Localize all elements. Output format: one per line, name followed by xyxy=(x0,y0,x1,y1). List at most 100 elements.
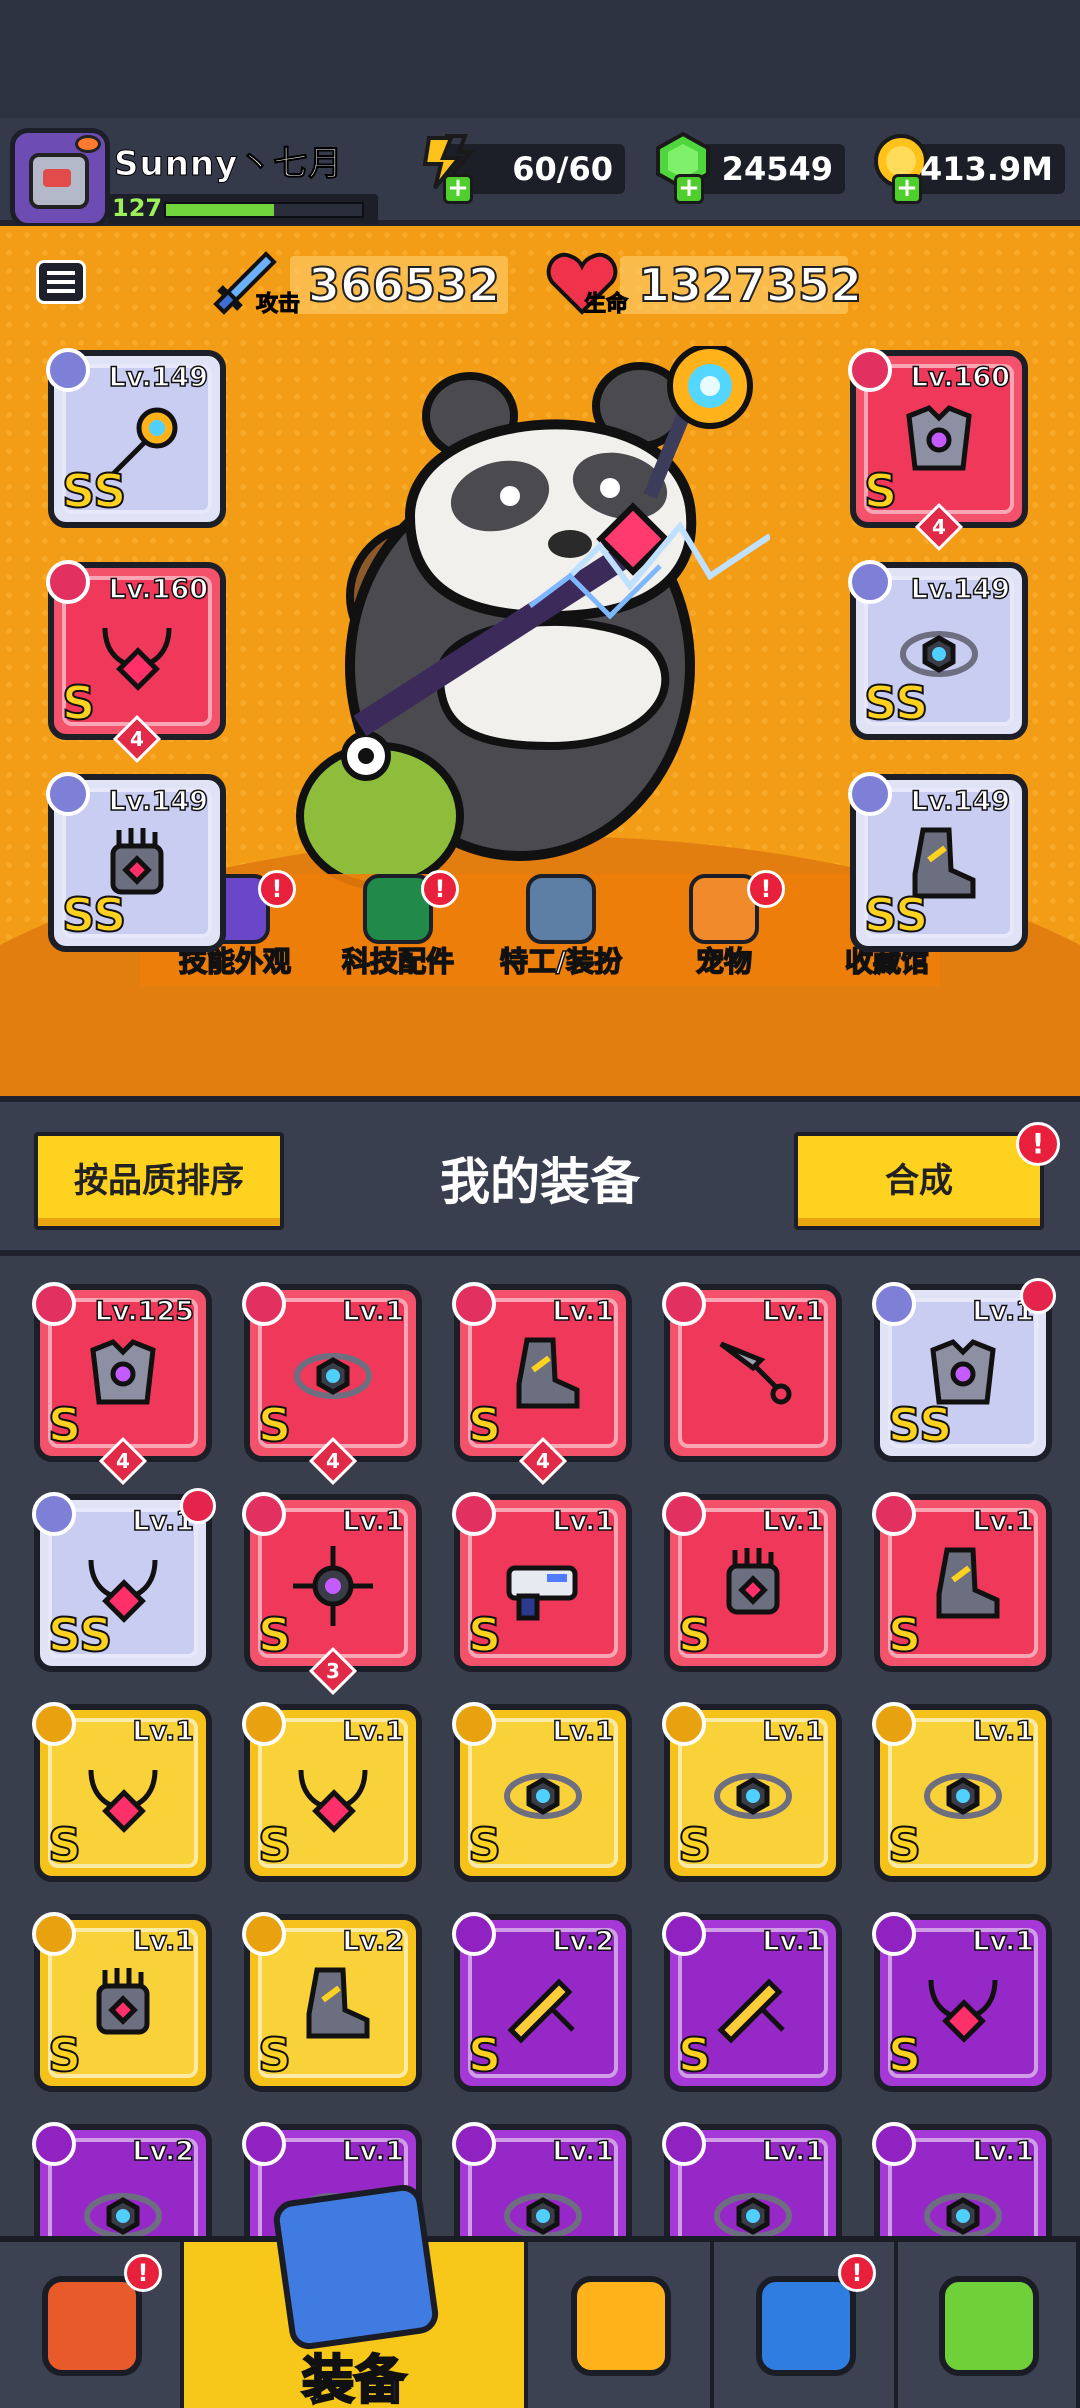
equipped-slot-right-2[interactable]: Lv.149 SS xyxy=(848,560,1028,740)
slot-type-icon xyxy=(242,1702,286,1746)
item-level: Lv.149 xyxy=(108,361,209,394)
item-rank: S xyxy=(887,1818,922,1872)
armor-icon xyxy=(77,1330,169,1422)
feature-label: 特工/装扮 xyxy=(499,944,623,979)
slot-type-icon xyxy=(872,1492,916,1536)
item-level: Lv.149 xyxy=(910,573,1011,606)
coin-counter[interactable]: + 413.9M xyxy=(874,134,1065,204)
inventory-item[interactable]: Lv.1 S xyxy=(872,1492,1052,1672)
equipped-slot-right-1[interactable]: Lv.160 S 4 xyxy=(848,348,1028,552)
star-count: 4 xyxy=(116,1449,130,1473)
menu-button[interactable] xyxy=(36,260,86,304)
slot-type-icon xyxy=(662,1912,706,1956)
inventory-item[interactable]: Lv.1 S 3 xyxy=(242,1492,422,1696)
inventory-item[interactable]: Lv.1 xyxy=(452,2122,632,2236)
belt-icon xyxy=(287,1330,379,1422)
boots-icon xyxy=(287,1960,379,2052)
equipped-slot-left-1[interactable]: Lv.149 SS xyxy=(46,348,226,528)
merge-notification-badge: ! xyxy=(1016,1122,1060,1166)
nav-tab-battle[interactable] xyxy=(528,2242,714,2408)
feature-pet[interactable]: 宠物! xyxy=(639,870,809,980)
kunai-icon xyxy=(707,1330,799,1422)
slot-type-icon xyxy=(46,348,90,392)
inventory-item[interactable]: Lv.125 S 4 xyxy=(32,1282,212,1486)
resource-header: Sunny丶七月 127 + 60/60 + 24549 + 413.9M xyxy=(0,118,1080,228)
inventory-item[interactable]: Lv.1 xyxy=(662,2122,842,2236)
merge-button[interactable]: 合成 xyxy=(794,1132,1044,1230)
item-level: Lv.1 xyxy=(132,1925,195,1958)
inventory-item[interactable]: Lv.1 SS xyxy=(872,1278,1056,1462)
notification-badge: ! xyxy=(258,870,296,908)
equipped-slot-right-3[interactable]: Lv.149 SS xyxy=(848,772,1028,952)
inventory-item[interactable]: Lv.1 S xyxy=(662,1492,842,1672)
inventory-item[interactable]: Lv.2 xyxy=(32,2122,212,2236)
energy-counter[interactable]: + 60/60 xyxy=(422,134,625,204)
item-rank: SS xyxy=(47,1608,113,1662)
nav-tab-shop[interactable]: ! xyxy=(0,2242,184,2408)
slot-type-icon xyxy=(452,1282,496,1326)
inventory-item[interactable]: Lv.1 S xyxy=(662,1702,842,1882)
feature-tech-parts[interactable]: 科技配件! xyxy=(313,870,483,980)
inventory-item[interactable]: Lv.2 S xyxy=(242,1912,422,2092)
item-level: Lv.1 xyxy=(762,1925,825,1958)
necklace-icon xyxy=(287,1750,379,1842)
equipped-slot-left-3[interactable]: Lv.149 SS xyxy=(46,772,226,952)
item-rank: S xyxy=(863,464,898,518)
shop-icon xyxy=(42,2276,142,2376)
sword-icon xyxy=(497,1960,589,2052)
item-level: Lv.125 xyxy=(94,1295,195,1328)
inventory-item[interactable]: Lv.1 S xyxy=(452,1702,632,1882)
nav-tab-planet[interactable]: ! xyxy=(714,2242,898,2408)
boots-icon xyxy=(917,1540,1009,1632)
blaster-icon xyxy=(497,1540,589,1632)
slot-type-icon xyxy=(242,2122,286,2166)
player-avatar[interactable] xyxy=(10,128,110,228)
inventory-item[interactable]: Lv.1 S xyxy=(452,1492,632,1672)
inventory-item[interactable]: Lv.1 S xyxy=(872,1912,1052,2092)
robot-avatar-icon xyxy=(29,153,89,209)
nav-tab-evolve[interactable] xyxy=(898,2242,1080,2408)
inventory-item[interactable]: Lv.1 S xyxy=(32,1702,212,1882)
coin-plus-icon[interactable]: + xyxy=(892,174,922,204)
hp-stat: 生命 1327352 xyxy=(546,252,863,318)
inventory-item[interactable]: Lv.1 S xyxy=(242,1702,422,1882)
nav-tab-equipment[interactable]: 装备 xyxy=(184,2182,528,2408)
feature-shortcuts: 技能外观! 科技配件! 特工/装扮 宠物! 收藏馆 xyxy=(140,870,940,986)
notification-badge: ! xyxy=(124,2254,162,2292)
gem-counter[interactable]: + 24549 xyxy=(656,131,845,204)
inventory-item[interactable]: Lv.1 xyxy=(662,1282,842,1462)
gauntlet-icon xyxy=(707,1540,799,1632)
belt-icon xyxy=(497,1750,589,1842)
item-level: Lv.2 xyxy=(342,1925,405,1958)
slot-type-icon xyxy=(32,2122,76,2166)
item-level: Lv.1 xyxy=(342,1505,405,1538)
slot-type-icon xyxy=(452,1702,496,1746)
slot-type-icon xyxy=(32,1492,76,1536)
inventory-item[interactable]: Lv.1 S xyxy=(662,1912,842,2092)
inventory-item[interactable]: Lv.1 S xyxy=(872,1702,1052,1882)
equipped-slot-left-2[interactable]: Lv.160 S 4 xyxy=(46,560,226,764)
slot-type-icon xyxy=(32,1912,76,1956)
inventory-item[interactable]: Lv.1 S xyxy=(32,1912,212,2092)
item-level: Lv.2 xyxy=(132,2135,195,2168)
gem-plus-icon[interactable]: + xyxy=(674,174,704,204)
battle-icon xyxy=(571,2276,671,2376)
costume-badge-icon xyxy=(180,1488,216,1524)
belt-icon xyxy=(917,2170,1009,2236)
energy-plus-icon[interactable]: + xyxy=(443,174,473,204)
sword-icon xyxy=(707,1960,799,2052)
player-level-box: 127 xyxy=(108,194,378,224)
fish-icon xyxy=(75,135,101,153)
slot-type-icon xyxy=(848,560,892,604)
inventory-item[interactable]: Lv.1 SS xyxy=(32,1488,216,1672)
inventory-item[interactable]: Lv.1 xyxy=(872,2122,1052,2236)
star-count: 3 xyxy=(326,1659,340,1683)
star-count: 4 xyxy=(536,1449,550,1473)
feature-agent-costume[interactable]: 特工/装扮 xyxy=(476,874,646,980)
slot-type-icon xyxy=(242,1282,286,1326)
slot-type-icon xyxy=(452,1912,496,1956)
inventory-item[interactable]: Lv.2 S xyxy=(452,1912,632,2092)
inventory-item[interactable]: Lv.1 S 4 xyxy=(452,1282,632,1486)
inventory-item[interactable]: Lv.1 S 4 xyxy=(242,1282,422,1486)
my-equipment-header: 按品质排序 我的装备 合成 ! xyxy=(0,1096,1080,1256)
